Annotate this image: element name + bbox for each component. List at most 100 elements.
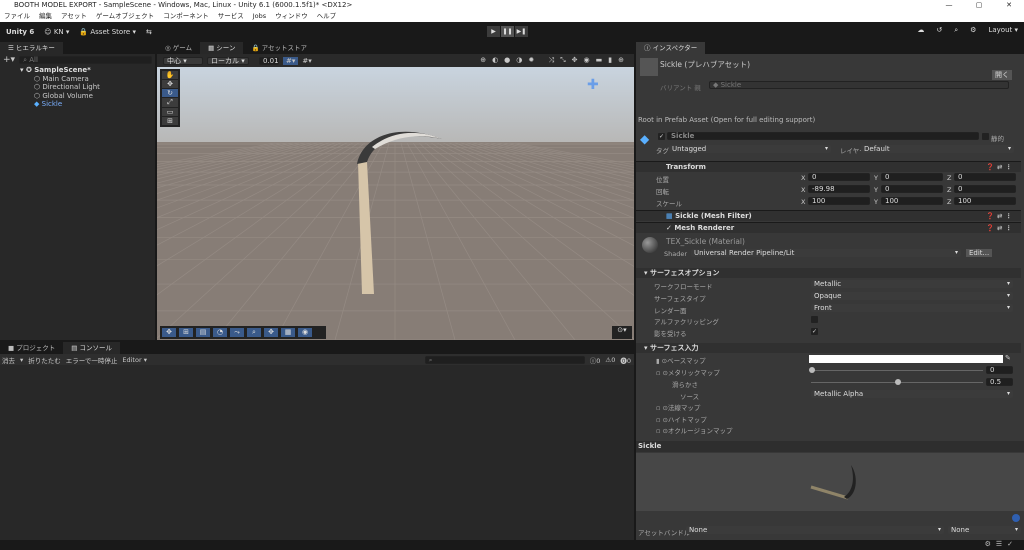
transform-z-field[interactable]: 100 xyxy=(954,197,1016,205)
pause-button[interactable]: ❚❚ xyxy=(501,26,514,37)
menu-file[interactable]: ファイル xyxy=(4,11,30,22)
warning-count[interactable]: ⚠0 xyxy=(605,356,615,364)
smoothness-field[interactable]: 0.5 xyxy=(986,378,1013,386)
label-icon[interactable] xyxy=(1012,514,1020,522)
menu-assets[interactable]: アセット xyxy=(61,11,87,22)
history-icon[interactable]: ↺ xyxy=(936,26,942,35)
surface-type-dropdown[interactable]: Opaque xyxy=(811,292,1013,300)
preview-area[interactable] xyxy=(636,453,1024,511)
overlay-tool-icon[interactable]: ⤳ xyxy=(230,328,244,337)
step-button[interactable]: ▶❚ xyxy=(515,26,528,37)
transform-y-field[interactable]: 100 xyxy=(881,197,943,205)
rotate-tool-icon[interactable]: ↻ xyxy=(162,89,178,97)
menu-services[interactable]: サービス xyxy=(218,11,244,22)
transform-tool-icon[interactable]: ⊞ xyxy=(162,117,178,125)
minimize-button[interactable]: — xyxy=(934,0,964,11)
static-checkbox[interactable] xyxy=(982,133,989,140)
base-color-swatch[interactable] xyxy=(809,355,1003,363)
smoothness-slider-thumb[interactable] xyxy=(895,379,901,385)
clear-button[interactable]: 消去 xyxy=(2,355,15,365)
move-tool-icon[interactable]: ✥ xyxy=(162,80,178,88)
tab-console[interactable]: ▤ コンソール xyxy=(63,342,120,354)
layer-dropdown[interactable]: Default xyxy=(861,145,1014,153)
hierarchy-item-selected[interactable]: ◆ Sickle xyxy=(0,100,155,109)
overlay-tool-icon[interactable]: ⊞ xyxy=(179,328,193,337)
render-face-dropdown[interactable]: Front xyxy=(811,304,1013,312)
asset-store-button[interactable]: 🔒 Asset Store ▾ xyxy=(79,28,136,36)
rect-tool-icon[interactable]: ▭ xyxy=(162,108,178,116)
menu-gameobject[interactable]: ゲームオブジェクト xyxy=(96,11,154,22)
camera-overlay-icon[interactable]: ⊙▾ xyxy=(612,326,632,339)
grid-snap-icon[interactable]: #▾ xyxy=(283,56,299,65)
workflow-dropdown[interactable]: Metallic xyxy=(811,280,1013,288)
overlay-tool-icon[interactable]: ✥ xyxy=(162,328,176,337)
scale-tool-icon[interactable]: ⤢ xyxy=(162,98,178,107)
space-dropdown[interactable]: ローカル ▾ xyxy=(207,56,249,65)
transform-y-field[interactable]: 0 xyxy=(881,185,943,193)
receive-shadow-checkbox[interactable]: ✓ xyxy=(811,328,818,335)
scene-item[interactable]: ▾ ✪ SampleScene* xyxy=(0,66,155,75)
grid-icon[interactable]: #▾ xyxy=(302,57,311,65)
unity-button[interactable]: Unity 6 xyxy=(6,28,34,36)
menu-component[interactable]: コンポーネント xyxy=(163,11,209,22)
tab-game[interactable]: ◎ ゲーム xyxy=(157,42,200,54)
console-search[interactable]: ⌕ xyxy=(424,355,585,364)
scene-gizmo[interactable]: ✚ xyxy=(587,77,599,93)
active-checkbox[interactable]: ✓ xyxy=(658,133,665,140)
settings-icon[interactable]: ⚙ xyxy=(970,26,976,35)
transform-z-field[interactable]: 0 xyxy=(954,185,1016,193)
menu-window[interactable]: ウィンドウ xyxy=(275,11,308,22)
alpha-clip-checkbox[interactable] xyxy=(811,316,818,323)
error-count[interactable]: ⓿0 xyxy=(620,355,634,365)
tab-scene[interactable]: ▦ シーン xyxy=(200,42,244,54)
overlay-tool-icon[interactable]: ◔ xyxy=(213,328,227,337)
overlay-tool-icon[interactable]: ◉ xyxy=(298,328,312,337)
pivot-dropdown[interactable]: 中心 ▾ xyxy=(163,56,203,65)
add-button[interactable]: +▾ xyxy=(3,55,15,65)
overlay-tool-icon[interactable]: ▦ xyxy=(281,328,295,337)
overlay-tool-icon[interactable]: ▤ xyxy=(196,328,210,337)
hierarchy-search[interactable]: ⌕ All xyxy=(19,56,152,64)
asset-bundle-dropdown[interactable]: None xyxy=(686,526,944,534)
hierarchy-item[interactable]: ⬡ Directional Light xyxy=(0,83,155,92)
hand-tool-icon[interactable]: ✋ xyxy=(162,71,178,79)
scene-view-options[interactable]: ⊕◐●◑✹ ⤨⤡✥◉▬▮⊕ xyxy=(480,56,634,65)
transform-x-field[interactable]: -89.98 xyxy=(808,185,870,193)
version-control-icon[interactable]: ⇆ xyxy=(146,28,152,36)
mesh-filter-header[interactable]: ▦ Sickle (Mesh Filter) ❓⇄⋮ xyxy=(636,210,1021,221)
open-prefab-button[interactable]: 開く xyxy=(992,70,1012,80)
tab-asset-store[interactable]: 🔒 アセットストア xyxy=(243,42,315,54)
editor-dropdown[interactable]: Editor ▾ xyxy=(122,356,147,364)
account-button[interactable]: ☺ KN ▾ xyxy=(44,28,69,36)
hierarchy-item[interactable]: ⬡ Global Volume xyxy=(0,92,155,101)
mesh-renderer-header[interactable]: ✓ Mesh Renderer ❓⇄⋮ xyxy=(636,222,1021,233)
source-dropdown[interactable]: Metallic Alpha xyxy=(811,390,1013,398)
tab-project[interactable]: ■ プロジェクト xyxy=(0,342,63,354)
transform-x-field[interactable]: 0 xyxy=(808,173,870,181)
clear-options-dropdown[interactable]: ▾ xyxy=(20,356,23,364)
play-button[interactable]: ▶ xyxy=(487,26,500,37)
transform-z-field[interactable]: 0 xyxy=(954,173,1016,181)
tab-hierarchy[interactable]: ☰ ヒエラルキー xyxy=(0,42,63,54)
asset-variant-dropdown[interactable]: None xyxy=(948,526,1021,534)
info-count[interactable]: ⓘ0 xyxy=(590,355,601,365)
transform-header[interactable]: Transform ❓⇄⋮ xyxy=(636,161,1021,172)
overlay-tool-icon[interactable]: ✥ xyxy=(264,328,278,337)
variant-parent-field[interactable]: ◆ Sickle xyxy=(709,81,1009,89)
menu-help[interactable]: ヘルプ xyxy=(317,11,337,22)
cloud-icon[interactable]: ☁ xyxy=(917,26,924,35)
surface-inputs-header[interactable]: ▾ サーフェス入力 xyxy=(636,343,1021,353)
name-field[interactable]: Sickle xyxy=(667,132,979,140)
close-button[interactable]: ✕ xyxy=(994,0,1024,11)
metallic-field[interactable]: 0 xyxy=(986,366,1013,374)
layout-dropdown[interactable]: Layout ▾ xyxy=(988,26,1018,35)
snap-value[interactable]: 0.01 xyxy=(259,56,279,65)
transform-y-field[interactable]: 0 xyxy=(881,173,943,181)
tag-dropdown[interactable]: Untagged xyxy=(669,145,831,153)
scene-viewport[interactable]: ✋ ✥ ↻ ⤢ ▭ ⊞ ✚ ✥ ⊞ ▤ ◔ ⤳ ⌕ ✥ ▦ ◉ ⊙▾ xyxy=(157,67,634,340)
overlay-tool-icon[interactable]: ⌕ xyxy=(247,328,261,337)
transform-x-field[interactable]: 100 xyxy=(808,197,870,205)
eyedropper-icon[interactable]: ✎ xyxy=(1005,354,1011,362)
metallic-slider-thumb[interactable] xyxy=(809,367,815,373)
menu-jobs[interactable]: Jobs xyxy=(253,11,266,22)
